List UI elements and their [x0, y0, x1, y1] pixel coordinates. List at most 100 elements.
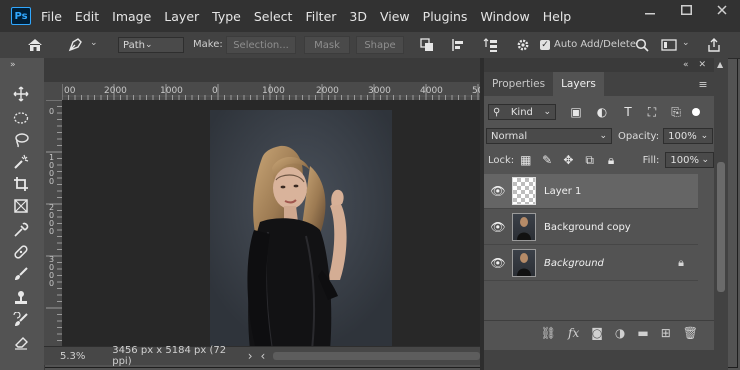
auto-add-delete-label: Auto Add/Delete: [554, 39, 636, 50]
document-canvas[interactable]: [62, 100, 480, 348]
layer-name[interactable]: Background: [544, 258, 604, 269]
close-icon[interactable]: [714, 4, 730, 16]
lock-label: Lock:: [488, 154, 515, 166]
chevron-down-icon[interactable]: ⌄: [90, 38, 98, 48]
shape-button[interactable]: Shape: [356, 36, 404, 54]
chevron-down-icon[interactable]: ⌄: [682, 38, 690, 48]
chevron-up-icon[interactable]: ▲: [717, 60, 723, 69]
history-brush-tool-icon[interactable]: [10, 310, 32, 330]
pixel-layer-filter-icon[interactable]: ▣: [566, 105, 586, 119]
panel-scrollbar[interactable]: ▲: [714, 58, 728, 358]
menu-type[interactable]: Type: [212, 9, 241, 24]
ruler-origin[interactable]: [44, 82, 62, 100]
healing-brush-tool-icon[interactable]: [10, 242, 32, 262]
lock-all-icon[interactable]: 🔒︎: [601, 153, 620, 168]
collapse-panels-icon[interactable]: «: [683, 60, 689, 70]
lock-icon[interactable]: 🔒︎: [678, 256, 684, 270]
move-tool-icon[interactable]: [10, 84, 32, 104]
mask-button[interactable]: Mask: [304, 36, 350, 54]
smart-object-filter-icon[interactable]: ⎘: [666, 105, 686, 120]
path-alignment-icon[interactable]: [449, 37, 467, 53]
eye-icon[interactable]: 👁︎: [484, 184, 512, 198]
gear-icon[interactable]: [514, 37, 532, 53]
expand-panel-icon[interactable]: »: [10, 60, 16, 70]
panel-menu-icon[interactable]: ≡: [692, 72, 714, 96]
horizontal-scrollbar[interactable]: [273, 352, 480, 360]
close-panel-icon[interactable]: ✕: [698, 60, 706, 70]
tools-panel: »: [0, 58, 45, 370]
eraser-tool-icon[interactable]: [10, 332, 32, 352]
mode-dropdown[interactable]: Path ⌄: [118, 37, 184, 53]
tab-layers[interactable]: Layers: [553, 72, 604, 96]
auto-add-delete-checkbox[interactable]: ✓: [540, 40, 550, 50]
path-operations-icon[interactable]: [418, 37, 436, 53]
home-icon[interactable]: [26, 37, 44, 53]
maximize-icon[interactable]: [678, 4, 694, 16]
eye-icon[interactable]: 👁︎: [484, 220, 512, 234]
menu-help[interactable]: Help: [543, 9, 572, 24]
chevron-left-icon[interactable]: ‹: [261, 349, 266, 363]
menu-view[interactable]: View: [380, 9, 410, 24]
type-layer-filter-icon[interactable]: T: [618, 105, 638, 119]
frame-tool-icon[interactable]: [10, 196, 32, 216]
adjustment-layer-filter-icon[interactable]: ◐: [592, 105, 612, 119]
layer-row[interactable]: 👁︎ Background 🔒︎: [484, 246, 698, 281]
eyedropper-tool-icon[interactable]: [10, 220, 32, 240]
clone-stamp-tool-icon[interactable]: [10, 288, 32, 308]
scrollbar-thumb[interactable]: [717, 162, 725, 292]
layer-row[interactable]: 👁︎ Background copy: [484, 210, 698, 245]
trash-icon[interactable]: 🗑︎: [683, 326, 698, 340]
vertical-ruler[interactable]: 0 1 0 0 0 2 0 0 0 3 0 0 0: [44, 100, 63, 348]
search-icon[interactable]: [634, 37, 650, 53]
portrait-photo: [210, 110, 392, 348]
menu-image[interactable]: Image: [112, 9, 151, 24]
menu-layer[interactable]: Layer: [164, 9, 199, 24]
menu-filter[interactable]: Filter: [305, 9, 336, 24]
chevron-down-icon: ⌄: [543, 107, 551, 117]
lock-artboard-icon[interactable]: ⧉: [580, 153, 599, 168]
link-layers-icon[interactable]: ⛓︎: [541, 326, 556, 340]
layer-row[interactable]: 👁︎ Layer 1: [484, 174, 698, 209]
status-menu-arrow[interactable]: ›: [248, 349, 253, 363]
new-adjustment-layer-icon[interactable]: ◑: [615, 326, 625, 340]
layer-style-fx-icon[interactable]: fx: [568, 326, 579, 340]
lock-transparent-pixels-icon[interactable]: ▦: [516, 153, 535, 167]
fill-field[interactable]: 100% ⌄: [665, 152, 714, 168]
layer-name[interactable]: Background copy: [544, 222, 631, 233]
layer-name[interactable]: Layer 1: [544, 186, 581, 197]
new-layer-icon[interactable]: ⊞: [661, 326, 671, 340]
blend-mode-dropdown[interactable]: Normal ⌄: [486, 128, 612, 144]
quick-selection-tool-icon[interactable]: [10, 152, 32, 172]
menu-edit[interactable]: Edit: [75, 9, 99, 24]
add-mask-icon[interactable]: ◙: [591, 326, 603, 340]
path-arrangement-icon[interactable]: [482, 37, 500, 53]
filter-kind-dropdown[interactable]: ⚲ Kind ⌄: [488, 104, 556, 120]
filter-toggle-icon[interactable]: [692, 108, 700, 116]
ruler-label: 4000: [420, 86, 443, 96]
lock-image-pixels-icon[interactable]: ✎: [537, 153, 556, 167]
minimize-icon[interactable]: [642, 4, 658, 16]
menu-3d[interactable]: 3D: [349, 9, 367, 24]
brush-tool-icon[interactable]: [10, 264, 32, 284]
lock-position-icon[interactable]: ✥: [559, 153, 578, 167]
ruler-label: 3000: [368, 86, 391, 96]
selection-button[interactable]: Selection...: [226, 36, 296, 54]
eye-icon[interactable]: 👁︎: [484, 256, 512, 270]
new-group-icon[interactable]: ▬: [637, 326, 648, 340]
horizontal-ruler[interactable]: 00 2000 1000 0 1000 2000 3000 4000 50: [62, 82, 480, 101]
crop-tool-icon[interactable]: [10, 174, 32, 194]
share-icon[interactable]: [705, 37, 723, 53]
shape-layer-filter-icon[interactable]: ⛶: [642, 105, 662, 120]
menu-select[interactable]: Select: [254, 9, 293, 24]
menu-file[interactable]: File: [41, 9, 62, 24]
marquee-tool-icon[interactable]: [10, 108, 32, 128]
ruler-label: 2000: [316, 86, 339, 96]
opacity-field[interactable]: 100% ⌄: [663, 128, 714, 144]
tab-properties[interactable]: Properties: [484, 72, 553, 96]
workspace-icon[interactable]: [660, 37, 678, 53]
menu-plugins[interactable]: Plugins: [423, 9, 468, 24]
lasso-tool-icon[interactable]: [10, 130, 32, 150]
zoom-level[interactable]: 5.3%: [60, 351, 108, 362]
menu-window[interactable]: Window: [480, 9, 529, 24]
pen-tool-icon[interactable]: [66, 37, 84, 53]
